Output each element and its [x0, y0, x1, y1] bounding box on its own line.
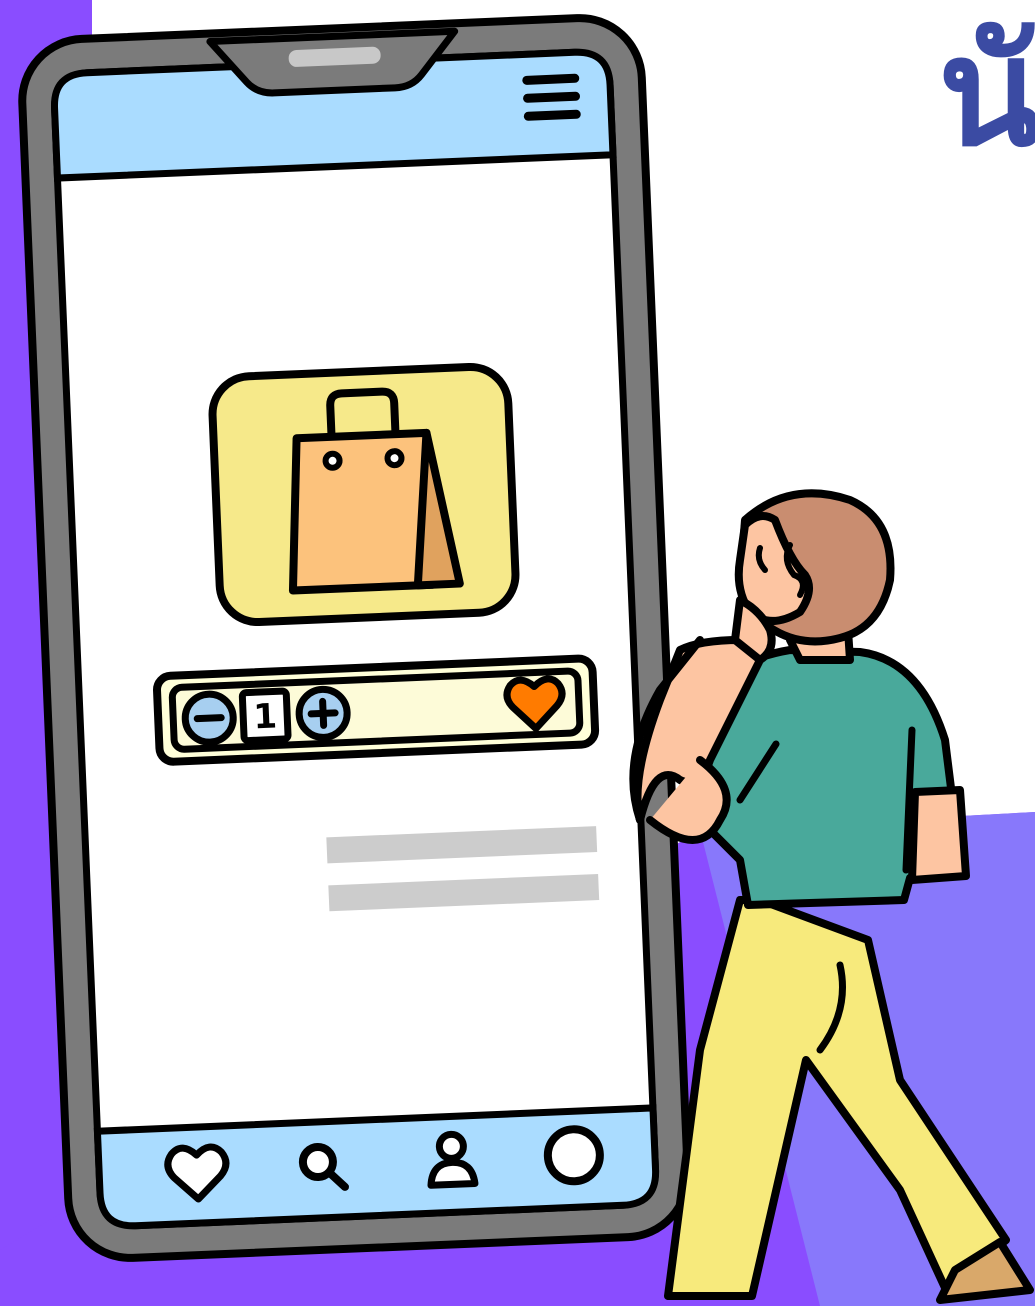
decrement-button[interactable] — [181, 690, 237, 746]
quantity-row: 1 — [153, 654, 600, 766]
page-heading: นั — [938, 6, 1035, 180]
increment-button[interactable] — [295, 685, 351, 741]
illustration: 1 — [0, 0, 1035, 1306]
nav-circle-icon[interactable] — [543, 1125, 604, 1186]
product-card[interactable] — [208, 362, 520, 627]
phone: 1 — [18, 14, 692, 1262]
phone-screen — [51, 48, 660, 1230]
quantity-value: 1 — [253, 696, 278, 737]
